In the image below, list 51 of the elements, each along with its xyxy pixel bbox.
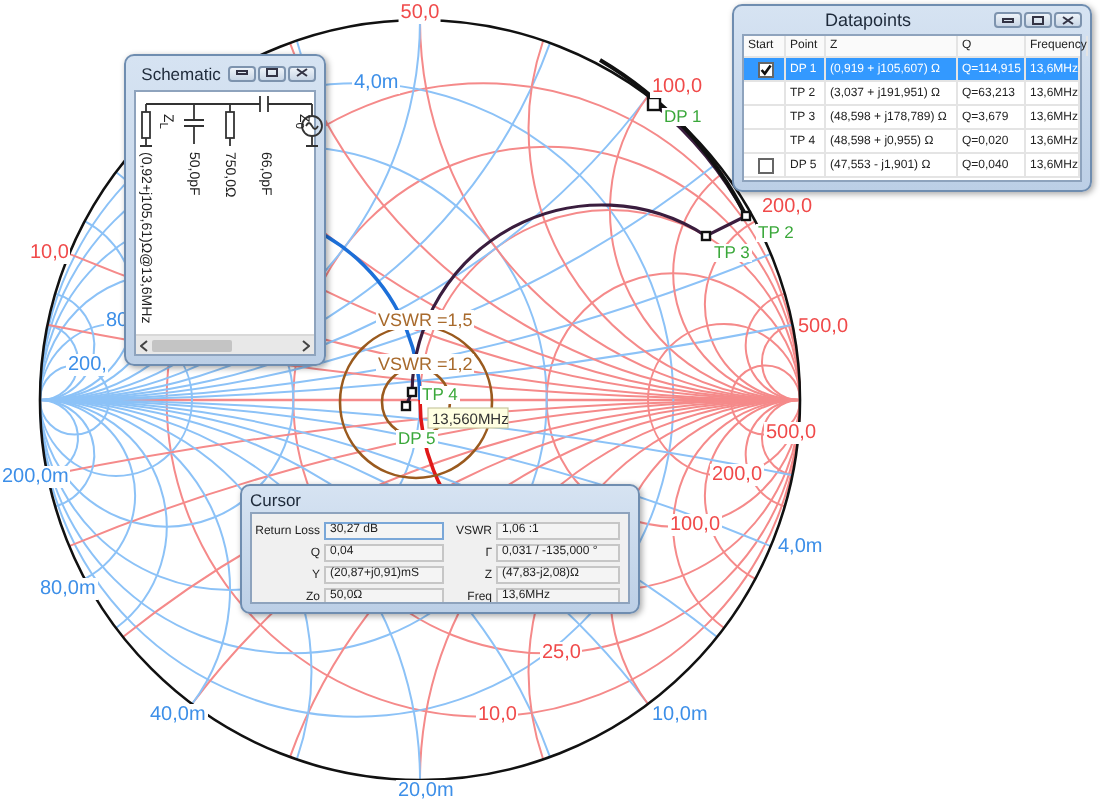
scroll-right-icon[interactable]: [302, 339, 310, 351]
scroll-left-icon[interactable]: [140, 339, 148, 351]
scale-label: 10,0: [28, 242, 71, 264]
vswr-label: VSWR =1,2: [376, 354, 475, 374]
vswr-label: VSWR =1,5: [376, 310, 475, 330]
maximize-button[interactable]: [258, 65, 286, 81]
scale-label: 25,0: [540, 642, 583, 664]
minimize-icon: [236, 68, 248, 78]
scale-label: 100,0: [668, 514, 723, 536]
point-label: TP 2: [756, 223, 796, 242]
scale-label: 4,0m: [776, 536, 825, 558]
close-icon: [296, 68, 308, 78]
scale-label: 20,0m: [396, 780, 456, 802]
point-marker[interactable]: [646, 96, 662, 112]
checkbox[interactable]: [758, 157, 774, 173]
point-marker[interactable]: [406, 386, 418, 398]
scale-label: 50,0: [398, 2, 442, 24]
point-label: TP 3: [712, 243, 752, 262]
point-marker[interactable]: [700, 230, 712, 242]
scale-label: 4,0m: [352, 72, 401, 94]
minimize-icon: [1002, 15, 1014, 25]
scale-label: 200,: [66, 354, 109, 376]
point-marker[interactable]: [400, 400, 412, 412]
point-label: DP 1: [662, 107, 704, 126]
scrollbar-thumb[interactable]: [152, 339, 232, 351]
window-title: Schematic: [141, 63, 221, 83]
scale-label: 100,0: [650, 76, 705, 98]
point-label: DP 5: [396, 429, 438, 448]
scale-label: 500,0: [764, 422, 819, 444]
close-button[interactable]: [288, 65, 316, 81]
point-marker[interactable]: [740, 210, 752, 222]
window-title: Cursor: [250, 489, 304, 509]
scale-label: 10,0m: [650, 704, 710, 726]
maximize-icon: [1032, 15, 1044, 25]
maximize-icon: [266, 68, 278, 78]
scale-label: 200,0: [710, 464, 765, 486]
scale-label: 10,0: [476, 704, 519, 726]
window-title: Datapoints: [824, 10, 912, 30]
point-label: TP 4: [420, 385, 460, 404]
minimize-button[interactable]: [994, 12, 1022, 28]
maximize-button[interactable]: [1024, 12, 1052, 28]
scale-label: 200,0m: [0, 466, 71, 488]
scale-label: 80,0m: [38, 578, 98, 600]
close-button[interactable]: [1054, 12, 1082, 28]
checkbox[interactable]: [758, 61, 774, 77]
scale-label: 40,0m: [148, 704, 208, 726]
scale-label: 500,0: [796, 316, 851, 338]
close-icon: [1062, 15, 1074, 25]
minimize-button[interactable]: [228, 65, 256, 81]
scale-label: 200,0: [760, 196, 815, 218]
horizontal-scrollbar[interactable]: [136, 334, 314, 354]
